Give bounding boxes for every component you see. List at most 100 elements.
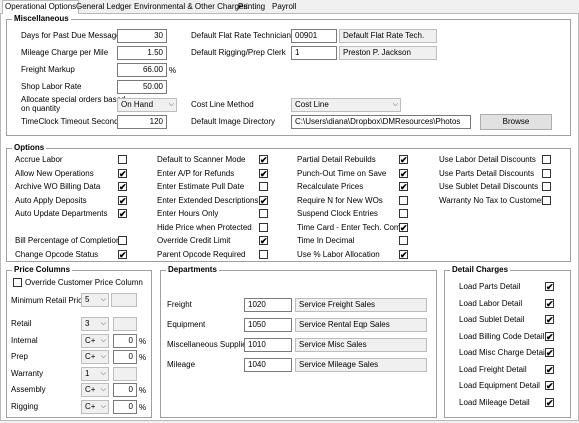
option-checkbox[interactable]: [542, 195, 551, 205]
option-checkbox[interactable]: [542, 168, 551, 178]
option-label: Enter Hours Only: [157, 209, 219, 218]
price-row-label: Prep: [11, 352, 28, 361]
shop-labor-rate-input[interactable]: 50.00: [117, 80, 167, 94]
chevron-down-icon: ⌵: [100, 353, 106, 360]
detail-charge-checkbox[interactable]: ✔: [545, 364, 554, 374]
option-checkbox[interactable]: ✔: [118, 182, 127, 192]
option-checkbox[interactable]: ✔: [118, 195, 127, 205]
option-checkbox[interactable]: ✔: [399, 182, 408, 192]
detail-charge-checkbox[interactable]: ✔: [545, 331, 554, 341]
option-checkbox[interactable]: [542, 182, 551, 191]
option-checkbox[interactable]: [118, 155, 127, 164]
price-column-select[interactable]: C+ ⌵: [81, 333, 109, 348]
mileage-charge-input[interactable]: 1.50: [117, 46, 167, 60]
option-checkbox[interactable]: [399, 195, 408, 205]
option-checkbox[interactable]: ✔: [399, 222, 408, 233]
option-checkbox[interactable]: [118, 236, 127, 245]
department-code-input[interactable]: 1050: [244, 318, 292, 332]
option-checkbox[interactable]: [259, 222, 268, 232]
rigging-clerk-code-input[interactable]: 1: [291, 46, 337, 60]
option-checkbox[interactable]: [399, 209, 408, 218]
option-checkbox[interactable]: ✔: [118, 168, 127, 179]
detail-charge-checkbox[interactable]: ✔: [545, 282, 554, 292]
option-label: Bill Percentage of Completion: [15, 236, 121, 245]
price-row-label: Assembly: [11, 385, 46, 394]
override-price-column-checkbox[interactable]: [13, 278, 22, 287]
detail-charge-checkbox[interactable]: ✔: [545, 298, 554, 308]
detail-charge-checkbox[interactable]: ✔: [545, 315, 554, 325]
freight-markup-label: Freight Markup: [21, 65, 75, 74]
check-icon: ✔: [400, 249, 408, 260]
price-column-select[interactable]: 1 ⌵: [81, 366, 109, 381]
price-percent-input[interactable]: 0: [113, 333, 137, 348]
flat-rate-tech-label: Default Flat Rate Technician: [191, 31, 291, 40]
price-percent-disabled: [113, 317, 137, 331]
horizontal-scrollbar[interactable]: [0, 410, 579, 423]
chevron-down-icon: ⌵: [100, 296, 106, 303]
option-checkbox[interactable]: ✔: [118, 209, 127, 219]
tab-general-ledger[interactable]: General Ledger: [74, 1, 134, 14]
department-code-input[interactable]: 1010: [244, 338, 292, 352]
timeclock-timeout-input[interactable]: 120: [117, 115, 167, 129]
check-icon: ✔: [400, 182, 408, 192]
option-checkbox[interactable]: [259, 209, 268, 218]
price-column-select[interactable]: C+ ⌵: [81, 350, 109, 364]
price-percent-input[interactable]: 0: [113, 350, 137, 364]
tab-printing[interactable]: Printing: [236, 1, 267, 14]
check-icon: ✔: [260, 195, 268, 206]
option-label: Archive WO Billing Data: [15, 182, 101, 191]
detail-charge-checkbox[interactable]: ✔: [545, 397, 554, 407]
price-column-select[interactable]: C+ ⌵: [81, 383, 109, 397]
image-directory-input[interactable]: C:\Users\diana\Dropbox\DMResources\Photo…: [291, 115, 471, 129]
option-label: Enter A/P for Refunds: [157, 168, 235, 178]
options-title: Options: [12, 143, 47, 153]
department-code-input[interactable]: 1040: [244, 358, 292, 372]
browse-button[interactable]: Browse: [480, 114, 552, 130]
operational-options-panel: Miscellaneous Days for Past Due Message …: [0, 14, 579, 421]
check-icon: ✔: [260, 236, 268, 246]
price-percent-input[interactable]: 0: [113, 383, 137, 397]
department-label: Mileage: [167, 360, 196, 369]
option-label: Auto Apply Deposits: [15, 195, 87, 205]
option-label: Time Card - Enter Tech. Com.: [297, 222, 403, 232]
price-percent-disabled: [113, 366, 137, 381]
miscellaneous-group: Miscellaneous Days for Past Due Message …: [6, 14, 571, 136]
tab-payroll[interactable]: Payroll: [270, 1, 298, 14]
detail-charge-checkbox[interactable]: ✔: [545, 381, 554, 391]
price-column-select[interactable]: 3 ⌵: [81, 317, 109, 331]
detail-charges-group: Detail Charges Load Parts Detail ✔ Load La…: [444, 265, 571, 418]
check-icon: ✔: [546, 282, 554, 292]
chevron-down-icon: ⌵: [100, 386, 106, 393]
tab-operational-options[interactable]: Operational Options: [2, 0, 80, 15]
detail-charge-checkbox[interactable]: ✔: [545, 348, 554, 358]
flat-rate-tech-code-input[interactable]: 00901: [291, 29, 337, 43]
department-name: Service Freight Sales: [295, 298, 427, 312]
option-checkbox[interactable]: ✔: [259, 168, 268, 178]
detail-charge-label: Load Billing Code Detail: [459, 331, 545, 341]
freight-markup-input[interactable]: 66.00: [117, 63, 167, 77]
option-checkbox[interactable]: [259, 182, 268, 191]
allocate-select[interactable]: On Hand ⌵: [117, 98, 177, 112]
min-retail-price-select[interactable]: 5 ⌵: [81, 293, 109, 307]
tab-environmental-other-charges[interactable]: Environmental & Other Charges: [132, 1, 249, 14]
option-checkbox[interactable]: ✔: [259, 155, 268, 165]
check-icon: ✔: [400, 222, 408, 233]
option-checkbox[interactable]: ✔: [399, 155, 408, 165]
cost-line-method-select[interactable]: Cost Line ⌵: [291, 98, 401, 112]
option-checkbox[interactable]: [542, 155, 551, 164]
option-checkbox[interactable]: ✔: [118, 249, 127, 259]
check-icon: ✔: [400, 168, 408, 179]
option-checkbox[interactable]: [259, 249, 268, 259]
price-percent-unit: %: [139, 386, 147, 395]
option-checkbox[interactable]: ✔: [259, 236, 268, 246]
check-icon: ✔: [119, 168, 127, 179]
option-label: Partial Detail Rebuilds: [297, 155, 376, 164]
option-checkbox[interactable]: ✔: [259, 195, 268, 206]
option-checkbox[interactable]: ✔: [399, 249, 408, 260]
days-past-due-input[interactable]: 30: [117, 29, 167, 43]
option-label: Recalculate Prices: [297, 182, 364, 191]
option-checkbox[interactable]: [399, 236, 408, 245]
department-name: Service Misc Sales: [295, 338, 427, 352]
option-checkbox[interactable]: ✔: [399, 168, 408, 179]
department-code-input[interactable]: 1020: [244, 298, 292, 312]
